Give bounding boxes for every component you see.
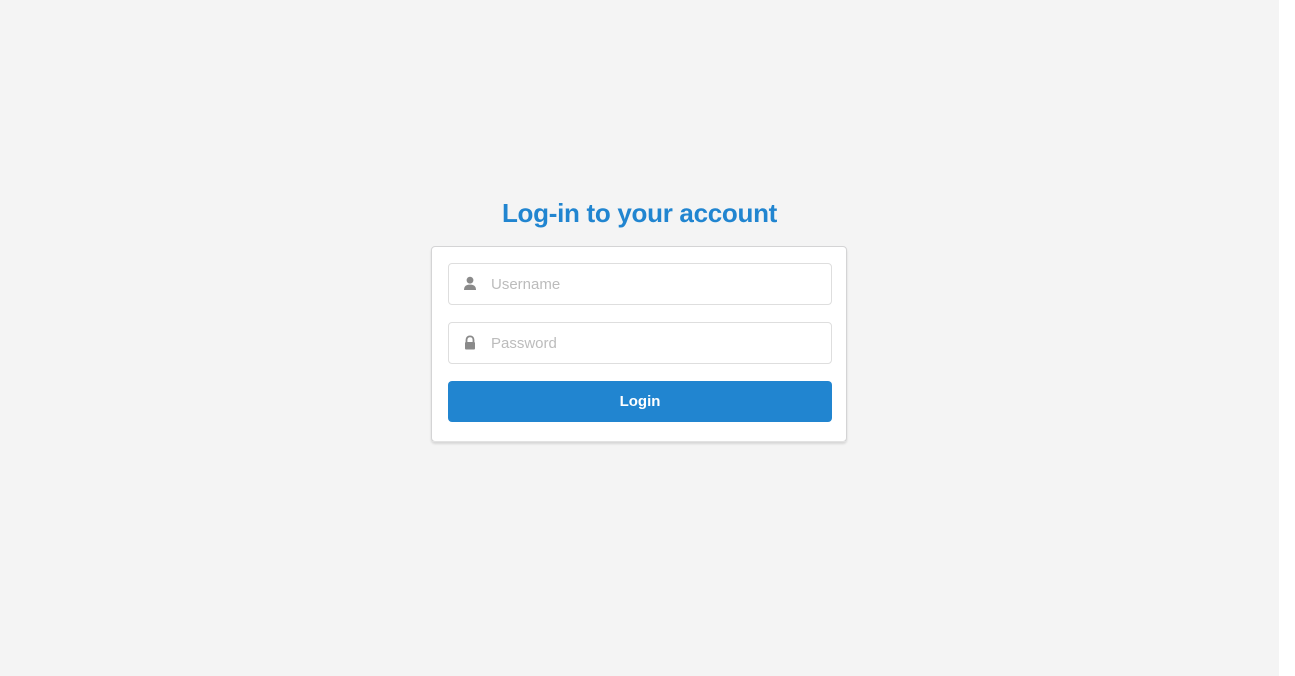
lock-icon [463, 335, 477, 351]
page-background: Log-in to your account Login [0, 0, 1279, 676]
username-input[interactable] [491, 264, 821, 304]
username-field[interactable] [448, 263, 832, 305]
login-form: Login [431, 246, 847, 442]
password-field[interactable] [448, 322, 832, 364]
password-input[interactable] [491, 323, 821, 363]
login-button[interactable]: Login [448, 381, 832, 422]
user-icon [463, 276, 477, 292]
page-title: Log-in to your account [501, 198, 778, 228]
